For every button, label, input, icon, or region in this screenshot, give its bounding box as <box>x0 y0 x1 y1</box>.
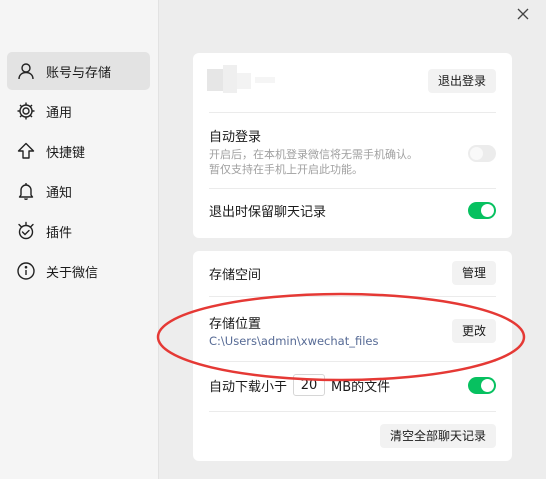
close-icon <box>517 8 529 24</box>
sidebar-item-general[interactable]: 通用 <box>7 92 150 130</box>
bell-icon <box>15 180 37 202</box>
auto-login-desc-line1: 开启后，在本机登录微信将无需手机确认。 <box>209 148 418 161</box>
divider <box>209 296 496 297</box>
sidebar-item-plugins[interactable]: 插件 <box>7 212 150 250</box>
info-icon <box>15 260 37 282</box>
auto-download-size-input[interactable] <box>293 374 326 396</box>
auto-download-suffix: MB的文件 <box>331 379 391 395</box>
keep-history-title: 退出时保留聊天记录 <box>209 205 327 220</box>
divider <box>209 112 496 113</box>
sidebar-item-label: 通知 <box>46 185 73 201</box>
sidebar-item-shortcuts[interactable]: 快捷键 <box>7 132 150 170</box>
close-button[interactable] <box>513 6 533 26</box>
storage-location-title: 存储位置 <box>209 317 262 332</box>
auto-login-desc-line2: 暂仅支持在手机上开启此功能。 <box>209 163 363 176</box>
divider <box>209 411 496 412</box>
settings-sidebar: 账号与存储 通用 快捷键 通知 插件 关于微信 <box>0 0 159 479</box>
logout-button[interactable]: 退出登录 <box>427 69 496 93</box>
sidebar-item-notifications[interactable]: 通知 <box>7 172 150 210</box>
sidebar-item-account-storage[interactable]: 账号与存储 <box>7 52 150 90</box>
sidebar-item-label: 账号与存储 <box>46 65 112 81</box>
manage-storage-button[interactable]: 管理 <box>451 261 496 285</box>
storage-location-path[interactable]: C:\Users\admin\xwechat_files <box>209 334 378 348</box>
auto-login-title: 自动登录 <box>209 130 262 145</box>
keep-history-toggle[interactable] <box>468 202 496 219</box>
storage-card: 存储空间 管理 存储位置 C:\Users\admin\xwechat_file… <box>193 251 512 461</box>
sidebar-item-about[interactable]: 关于微信 <box>7 252 150 290</box>
divider <box>209 188 496 189</box>
person-icon <box>15 60 37 82</box>
gear-icon <box>15 100 37 122</box>
sidebar-item-label: 快捷键 <box>46 145 86 161</box>
sidebar-item-label: 关于微信 <box>46 265 99 281</box>
sidebar-item-label: 插件 <box>46 225 73 241</box>
auto-download-prefix: 自动下载小于 <box>209 379 288 395</box>
clear-all-history-button[interactable]: 清空全部聊天记录 <box>379 424 496 448</box>
storage-space-title: 存储空间 <box>209 267 262 283</box>
up-arrow-icon <box>15 140 37 162</box>
auto-login-toggle[interactable] <box>468 145 496 162</box>
account-card: 退出登录 自动登录 开启后，在本机登录微信将无需手机确认。 暂仅支持在手机上开启… <box>193 53 512 238</box>
auto-download-toggle[interactable] <box>468 376 496 394</box>
plugin-icon <box>15 220 37 242</box>
change-location-button[interactable]: 更改 <box>451 318 496 343</box>
sidebar-item-label: 通用 <box>46 105 73 121</box>
divider <box>209 361 496 362</box>
